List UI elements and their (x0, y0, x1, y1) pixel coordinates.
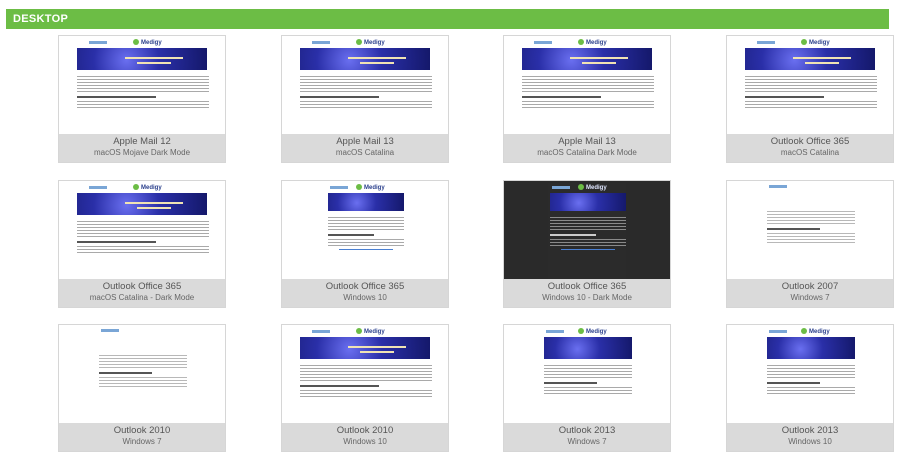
preview-caption: Outlook 2013 Windows 10 (727, 423, 893, 451)
preview-caption: Apple Mail 13 macOS Catalina (282, 134, 448, 162)
preview-card[interactable]: Medigy Outlook 2010 Windows 10 (281, 324, 449, 452)
client-name: Outlook Office 365 (770, 136, 850, 147)
preview-card[interactable]: Medigy Apple Mail 12 macOS Mojave Dark M… (58, 35, 226, 163)
email-thumbnail: Medigy (282, 36, 448, 134)
email-thumbnail: Medigy (282, 181, 448, 279)
os-name: Windows 7 (790, 293, 830, 302)
client-name: Apple Mail 13 (336, 136, 394, 147)
preview-card[interactable]: Medigy Outlook Office 365 macOS Catalina (726, 35, 894, 163)
client-name: Outlook 2010 (336, 425, 394, 436)
preview-caption: Outlook Office 365 macOS Catalina - Dark… (59, 279, 225, 307)
os-name: Windows 10 (343, 437, 387, 446)
preview-card[interactable]: Outlook 2007 Windows 7 (726, 180, 894, 308)
client-name: Outlook Office 365 (325, 281, 405, 292)
banner-image (522, 48, 652, 70)
email-thumbnail: Medigy (59, 181, 225, 279)
os-name: macOS Catalina (335, 148, 395, 157)
preview-card[interactable]: Medigy Apple Mail 13 macOS Catalina (281, 35, 449, 163)
os-name: Windows 7 (122, 437, 162, 446)
email-thumbnail (727, 181, 893, 279)
medigy-logo: Medigy (801, 39, 830, 46)
banner-image (544, 337, 632, 359)
os-name: Windows 10 (343, 293, 387, 302)
medigy-logo: Medigy (133, 184, 162, 191)
preview-caption: Outlook Office 365 Windows 10 (282, 279, 448, 307)
banner-image (77, 48, 207, 70)
os-name: macOS Mojave Dark Mode (93, 148, 191, 157)
os-name: macOS Catalina - Dark Mode (89, 293, 195, 302)
email-thumbnail (59, 325, 225, 423)
preview-card[interactable]: Medigy Outlook Office 365 macOS Catalina… (58, 180, 226, 308)
client-name: Outlook Office 365 (102, 281, 182, 292)
medigy-logo: Medigy (578, 184, 607, 191)
banner-image (745, 48, 875, 70)
email-thumbnail: Medigy (59, 36, 225, 134)
preview-caption: Outlook Office 365 Windows 10 - Dark Mod… (504, 279, 670, 307)
client-name: Outlook 2010 (113, 425, 171, 436)
banner-image (300, 337, 430, 359)
preview-card[interactable]: Medigy Outlook 2013 Windows 10 (726, 324, 894, 452)
preview-card[interactable]: Medigy Outlook Office 365 Windows 10 - D… (503, 180, 671, 308)
email-thumbnail: Medigy (504, 181, 670, 279)
preview-caption: Outlook Office 365 macOS Catalina (727, 134, 893, 162)
preview-caption: Apple Mail 13 macOS Catalina Dark Mode (504, 134, 670, 162)
preview-caption: Apple Mail 12 macOS Mojave Dark Mode (59, 134, 225, 162)
preview-card[interactable]: Outlook 2010 Windows 7 (58, 324, 226, 452)
preview-caption: Outlook 2013 Windows 7 (504, 423, 670, 451)
medigy-logo: Medigy (356, 184, 385, 191)
medigy-logo: Medigy (578, 328, 607, 335)
client-name: Outlook 2013 (558, 425, 616, 436)
medigy-logo: Medigy (133, 39, 162, 46)
email-thumbnail: Medigy (504, 36, 670, 134)
os-name: macOS Catalina (780, 148, 840, 157)
preview-caption: Outlook 2010 Windows 10 (282, 423, 448, 451)
preview-card[interactable]: Medigy Outlook Office 365 Windows 10 (281, 180, 449, 308)
client-name: Outlook 2007 (781, 281, 839, 292)
preview-grid: Medigy Apple Mail 12 macOS Mojave Dark M… (0, 0, 912, 454)
email-thumbnail: Medigy (727, 325, 893, 423)
banner-image (328, 193, 404, 211)
preview-card[interactable]: Medigy Outlook 2013 Windows 7 (503, 324, 671, 452)
preview-caption: Outlook 2010 Windows 7 (59, 423, 225, 451)
banner-image (77, 193, 207, 215)
email-thumbnail: Medigy (282, 325, 448, 423)
banner-image (300, 48, 430, 70)
banner-image (550, 193, 626, 211)
os-name: Windows 10 (788, 437, 832, 446)
os-name: macOS Catalina Dark Mode (537, 148, 637, 157)
medigy-logo: Medigy (356, 328, 385, 335)
client-name: Apple Mail 13 (558, 136, 616, 147)
email-thumbnail: Medigy (727, 36, 893, 134)
banner-image (767, 337, 855, 359)
medigy-logo: Medigy (801, 328, 830, 335)
os-name: Windows 7 (567, 437, 607, 446)
client-name: Outlook 2013 (781, 425, 839, 436)
os-name: Windows 10 - Dark Mode (542, 293, 632, 302)
client-name: Apple Mail 12 (113, 136, 171, 147)
client-name: Outlook Office 365 (547, 281, 627, 292)
medigy-logo: Medigy (578, 39, 607, 46)
preview-caption: Outlook 2007 Windows 7 (727, 279, 893, 307)
email-thumbnail: Medigy (504, 325, 670, 423)
medigy-logo: Medigy (356, 39, 385, 46)
preview-card[interactable]: Medigy Apple Mail 13 macOS Catalina Dark… (503, 35, 671, 163)
